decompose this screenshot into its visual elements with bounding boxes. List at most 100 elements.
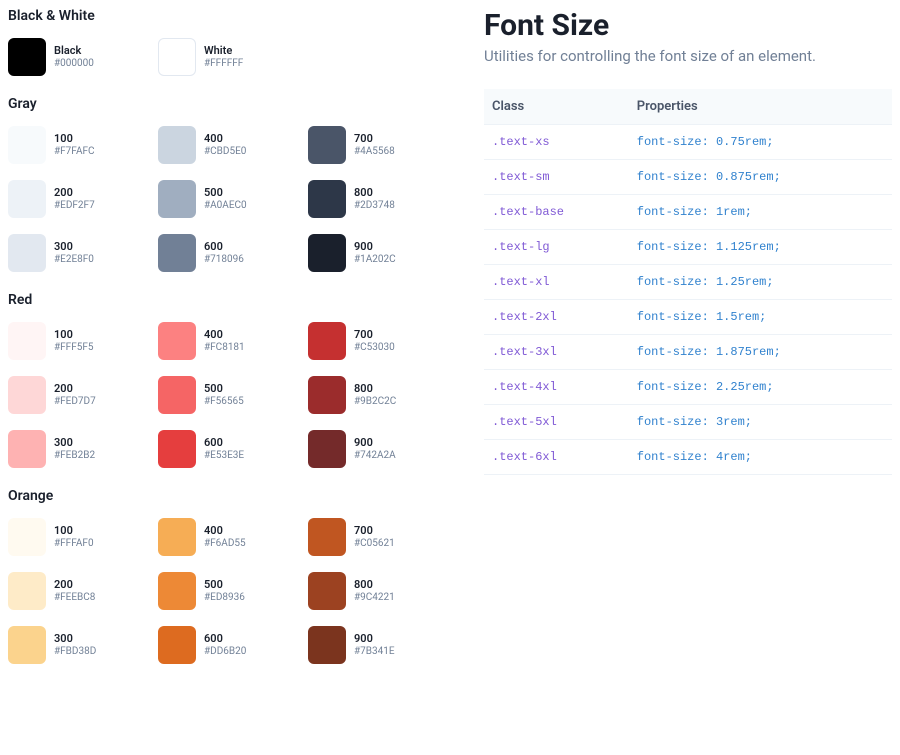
color-swatch: 600#718096 (158, 234, 298, 272)
color-swatch: 200#FED7D7 (8, 376, 148, 414)
swatch-name: 900 (354, 240, 396, 253)
swatch-label: 300#FBD38D (54, 632, 96, 657)
swatch-box (158, 376, 196, 414)
swatch-name: 900 (354, 632, 395, 645)
utility-property: font-size: 1rem; (629, 195, 892, 230)
swatch-name: 800 (354, 186, 395, 199)
swatch-box (158, 38, 196, 76)
swatch-hex: #F6AD55 (204, 538, 246, 550)
swatch-name: 100 (54, 132, 95, 145)
swatch-name: 100 (54, 328, 94, 341)
swatch-box (158, 322, 196, 360)
swatch-name: 500 (204, 578, 245, 591)
table-row: .text-4xlfont-size: 2.25rem; (484, 370, 892, 405)
swatch-name: 400 (204, 132, 246, 145)
swatch-box (308, 572, 346, 610)
swatch-label: 900#1A202C (354, 240, 396, 265)
utility-class: .text-3xl (484, 335, 629, 370)
palette-section-title: Orange (8, 488, 468, 504)
swatch-label: 200#FEEBC8 (54, 578, 95, 603)
table-row: .text-5xlfont-size: 3rem; (484, 405, 892, 440)
swatch-hex: #FFFAF0 (54, 538, 94, 550)
swatch-hex: #FFF5F5 (54, 342, 94, 354)
utility-class: .text-5xl (484, 405, 629, 440)
utility-class: .text-xl (484, 265, 629, 300)
swatch-hex: #7B341E (354, 646, 395, 658)
swatch-label: 400#FC8181 (204, 328, 245, 353)
swatch-hex: #9C4221 (354, 592, 395, 604)
palette-section-title: Black & White (8, 8, 468, 24)
font-size-doc-panel: Font Size Utilities for controlling the … (484, 8, 892, 672)
swatch-label: 100#FFFAF0 (54, 524, 94, 549)
swatch-box (308, 376, 346, 414)
swatch-label: Black#000000 (54, 44, 94, 69)
color-swatch: 900#7B341E (308, 626, 448, 664)
swatch-box (158, 430, 196, 468)
color-swatch: 600#E53E3E (158, 430, 298, 468)
color-swatch: 100#F7FAFC (8, 126, 148, 164)
color-swatch: 500#A0AEC0 (158, 180, 298, 218)
swatch-name: 800 (354, 382, 396, 395)
swatch-hex: #FED7D7 (54, 396, 96, 408)
swatch-label: 200#FED7D7 (54, 382, 96, 407)
color-palette-panel: Black & White Black#000000 White#FFFFFF Gra… (8, 8, 468, 672)
swatch-name: 300 (54, 436, 95, 449)
swatch-box (308, 180, 346, 218)
utility-property: font-size: 1.125rem; (629, 230, 892, 265)
swatch-hex: #742A2A (354, 450, 396, 462)
swatch-label: 100#F7FAFC (54, 132, 95, 157)
swatch-box (308, 126, 346, 164)
utility-class: .text-2xl (484, 300, 629, 335)
swatch-box (158, 518, 196, 556)
swatch-box (8, 180, 46, 218)
swatch-name: 600 (204, 436, 244, 449)
palette-section-title: Gray (8, 96, 468, 112)
color-swatch: 400#CBD5E0 (158, 126, 298, 164)
page-title: Font Size (484, 8, 892, 43)
swatch-label: 300#FEB2B2 (54, 436, 95, 461)
swatch-hex: #CBD5E0 (204, 146, 246, 158)
font-size-table: Class Properties .text-xsfont-size: 0.75… (484, 89, 892, 475)
swatch-hex: #E53E3E (204, 450, 244, 462)
swatch-hex: #FBD38D (54, 646, 96, 658)
swatch-box (8, 322, 46, 360)
swatch-hex: #2D3748 (354, 200, 395, 212)
color-swatch: 300#FBD38D (8, 626, 148, 664)
table-row: .text-basefont-size: 1rem; (484, 195, 892, 230)
color-swatch: 400#FC8181 (158, 322, 298, 360)
utility-class: .text-base (484, 195, 629, 230)
swatch-name: 700 (354, 132, 395, 145)
swatch-hex: #FEEBC8 (54, 592, 95, 604)
swatch-label: 700#4A5568 (354, 132, 395, 157)
swatch-label: 500#ED8936 (204, 578, 245, 603)
swatch-box (308, 626, 346, 664)
color-swatch: 600#DD6B20 (158, 626, 298, 664)
swatch-box (8, 234, 46, 272)
swatch-label: 100#FFF5F5 (54, 328, 94, 353)
swatch-box (158, 180, 196, 218)
swatch-hex: #C53030 (354, 342, 395, 354)
table-row: .text-smfont-size: 0.875rem; (484, 160, 892, 195)
utility-property: font-size: 0.75rem; (629, 125, 892, 160)
swatch-row: 100#FFFAF0400#F6AD55700#C05621200#FEEBC8… (8, 518, 468, 664)
swatch-hex: #1A202C (354, 254, 396, 266)
swatch-label: 800#9B2C2C (354, 382, 396, 407)
swatch-name: 200 (54, 186, 95, 199)
swatch-box (308, 234, 346, 272)
color-swatch: 200#FEEBC8 (8, 572, 148, 610)
swatch-label: 700#C53030 (354, 328, 395, 353)
color-swatch: 500#F56565 (158, 376, 298, 414)
swatch-hex: #000000 (54, 58, 94, 70)
color-swatch: 700#C05621 (308, 518, 448, 556)
color-swatch: 300#FEB2B2 (8, 430, 148, 468)
swatch-hex: #A0AEC0 (204, 200, 247, 212)
table-row: .text-lgfont-size: 1.125rem; (484, 230, 892, 265)
swatch-label: 700#C05621 (354, 524, 395, 549)
swatch-box (8, 518, 46, 556)
swatch-name: 300 (54, 632, 96, 645)
color-swatch: White#FFFFFF (158, 38, 298, 76)
swatch-label: White#FFFFFF (204, 44, 243, 69)
swatch-label: 600#E53E3E (204, 436, 244, 461)
swatch-hex: #F7FAFC (54, 146, 95, 158)
swatch-box (8, 126, 46, 164)
